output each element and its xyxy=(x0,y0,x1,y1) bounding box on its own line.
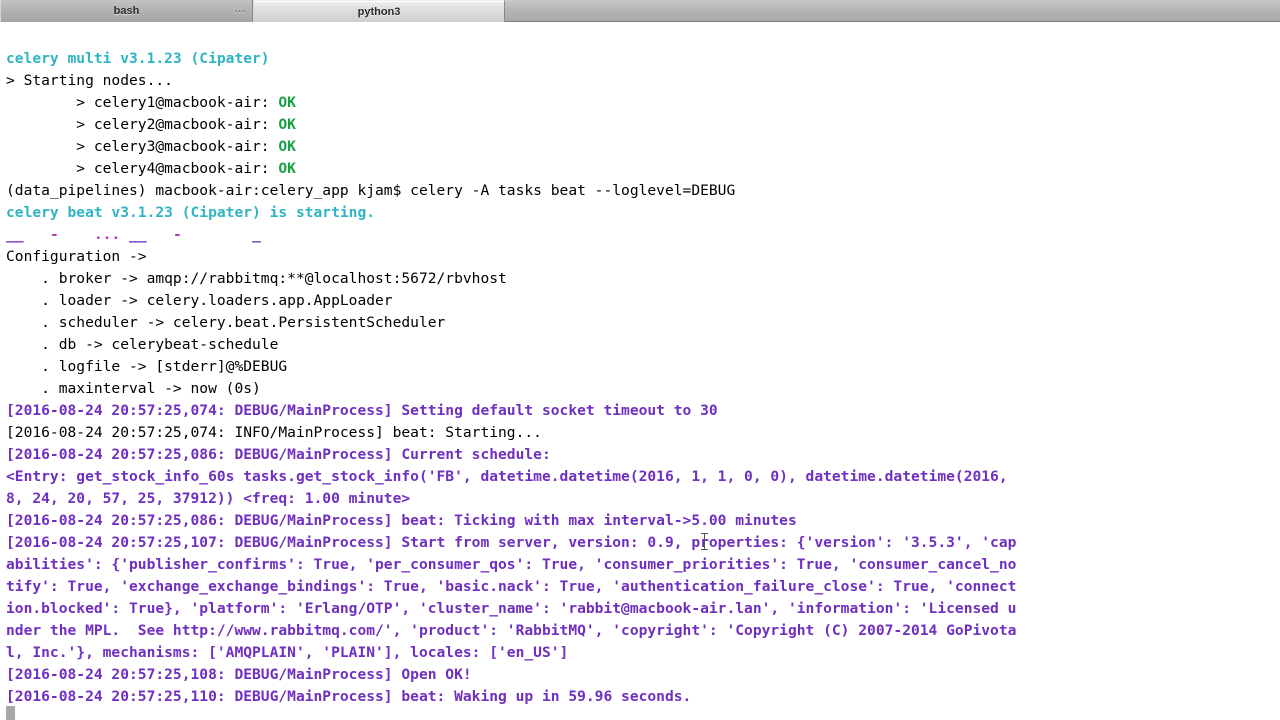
terminal-line: l, Inc.'}, mechanisms: ['AMQPLAIN', 'PLA… xyxy=(6,642,1016,664)
terminal-text-green: OK xyxy=(278,160,296,177)
terminal-text-black: . logfile -> [stderr]@%DEBUG xyxy=(6,358,288,375)
terminal-text-black: (data_pipelines) macbook-air:celery_app … xyxy=(6,182,736,199)
terminal-text-magenta: - xyxy=(172,226,182,243)
terminal-text-green: OK xyxy=(278,138,296,155)
terminal-line: . scheduler -> celery.beat.PersistentSch… xyxy=(6,312,1016,334)
terminal-output-pane[interactable]: celery multi v3.1.23 (Cipater) > Starting… xyxy=(0,22,1280,720)
terminal-line: [2016-08-24 20:57:25,086: DEBUG/MainProc… xyxy=(6,510,1016,532)
terminal-line: [2016-08-24 20:57:25,110: DEBUG/MainProc… xyxy=(6,686,1016,708)
terminal-text-purple: [2016-08-24 20:57:25,110: DEBUG/MainProc… xyxy=(6,688,692,705)
terminal-line: [2016-08-24 20:57:25,107: DEBUG/MainProc… xyxy=(6,532,1016,554)
terminal-line: <Entry: get_stock_info_60s tasks.get_sto… xyxy=(6,466,1016,488)
terminal-line: . db -> celerybeat-schedule xyxy=(6,334,1016,356)
terminal-tab-python3[interactable]: python3 xyxy=(253,0,505,22)
terminal-line: [2016-08-24 20:57:25,074: DEBUG/MainProc… xyxy=(6,400,1016,422)
terminal-line: abilities': {'publisher_confirms': True,… xyxy=(6,554,1016,576)
terminal-line: . logfile -> [stderr]@%DEBUG xyxy=(6,356,1016,378)
terminal-text-black: > celery1@macbook-air: xyxy=(6,94,279,111)
terminal-text-purple: [2016-08-24 20:57:25,108: DEBUG/MainProc… xyxy=(6,666,472,683)
terminal-line: 8, 24, 20, 57, 25, 37912)) <freq: 1.00 m… xyxy=(6,488,1016,510)
terminal-text-black: . loader -> celery.loaders.app.AppLoader xyxy=(6,292,393,309)
terminal-text-purple: _ xyxy=(252,226,261,243)
terminal-text-black: . scheduler -> celery.beat.PersistentSch… xyxy=(6,314,446,331)
terminal-text-purple: [2016-08-24 20:57:25,107: DEBUG/MainProc… xyxy=(6,534,1017,551)
terminal-line: > celery3@macbook-air: OK xyxy=(6,136,1016,158)
tab-label: bash xyxy=(113,5,140,17)
terminal-text-purple xyxy=(59,226,94,243)
terminal-text-purple: ion.blocked': True}, 'platform': 'Erlang… xyxy=(6,600,1017,617)
terminal-line: [2016-08-24 20:57:25,086: DEBUG/MainProc… xyxy=(6,444,1016,466)
terminal-line: [2016-08-24 20:57:25,108: DEBUG/MainProc… xyxy=(6,664,1016,686)
terminal-text-cyan: celery multi v3.1.23 (Cipater) xyxy=(6,50,270,67)
terminal-block-cursor xyxy=(6,706,15,720)
terminal-line: . loader -> celery.loaders.app.AppLoader xyxy=(6,290,1016,312)
tab-overflow-ellipsis-icon[interactable]: ... xyxy=(235,4,246,15)
terminal-text-purple xyxy=(182,226,252,243)
terminal-text-green: OK xyxy=(278,116,296,133)
terminal-text-black: . broker -> amqp://rabbitmq:**@localhost… xyxy=(6,270,507,287)
terminal-text-purple: [2016-08-24 20:57:25,086: DEBUG/MainProc… xyxy=(6,512,797,529)
terminal-line: __ - ... __ - _ xyxy=(6,224,1016,246)
terminal-screen: celery multi v3.1.23 (Cipater) > Starting… xyxy=(6,48,1016,708)
terminal-line: Configuration -> xyxy=(6,246,1016,268)
terminal-text-black: . maxinterval -> now (0s) xyxy=(6,380,261,397)
terminal-line: > celery2@macbook-air: OK xyxy=(6,114,1016,136)
terminal-text-black: > celery4@macbook-air: xyxy=(6,160,279,177)
terminal-text-black: > celery2@macbook-air: xyxy=(6,116,279,133)
terminal-text-purple: 8, 24, 20, 57, 25, 37912)) <freq: 1.00 m… xyxy=(6,490,411,507)
terminal-line: celery multi v3.1.23 (Cipater) xyxy=(6,48,1016,70)
terminal-text-purple: __ xyxy=(6,226,50,243)
terminal-text-purple: nder the MPL. See http://www.rabbitmq.co… xyxy=(6,622,1017,639)
terminal-line: nder the MPL. See http://www.rabbitmq.co… xyxy=(6,620,1016,642)
tab-label: python3 xyxy=(357,5,401,18)
terminal-text-black: > celery3@macbook-air: xyxy=(6,138,279,155)
terminal-line: celery beat v3.1.23 (Cipater) is startin… xyxy=(6,202,1016,224)
terminal-line: > celery4@macbook-air: OK xyxy=(6,158,1016,180)
terminal-text-purple: <Entry: get_stock_info_60s tasks.get_sto… xyxy=(6,468,1008,485)
terminal-text-purple: tify': True, 'exchange_exchange_bindings… xyxy=(6,578,1017,595)
terminal-line: (data_pipelines) macbook-air:celery_app … xyxy=(6,180,1016,202)
terminal-line: . broker -> amqp://rabbitmq:**@localhost… xyxy=(6,268,1016,290)
terminal-line: . maxinterval -> now (0s) xyxy=(6,378,1016,400)
terminal-line: tify': True, 'exchange_exchange_bindings… xyxy=(6,576,1016,598)
terminal-tab-bash[interactable]: bash... xyxy=(0,0,253,22)
terminal-line: > Starting nodes... xyxy=(6,70,1016,92)
terminal-tab-bar: bash... python3 xyxy=(0,0,1280,22)
terminal-text-magenta: - xyxy=(49,226,59,243)
terminal-text-magenta: ... xyxy=(93,226,121,243)
terminal-text-black: Configuration -> xyxy=(6,248,147,265)
terminal-line: [2016-08-24 20:57:25,074: INFO/MainProce… xyxy=(6,422,1016,444)
terminal-text-purple: abilities': {'publisher_confirms': True,… xyxy=(6,556,1017,573)
terminal-text-green: OK xyxy=(278,94,296,111)
terminal-text-black: . db -> celerybeat-schedule xyxy=(6,336,279,353)
terminal-text-black: [2016-08-24 20:57:25,074: INFO/MainProce… xyxy=(6,424,542,441)
terminal-line: > celery1@macbook-air: OK xyxy=(6,92,1016,114)
terminal-text-black: > Starting nodes... xyxy=(6,72,173,89)
terminal-line: ion.blocked': True}, 'platform': 'Erlang… xyxy=(6,598,1016,620)
terminal-text-purple: __ xyxy=(120,226,173,243)
terminal-text-purple: l, Inc.'}, mechanisms: ['AMQPLAIN', 'PLA… xyxy=(6,644,569,661)
terminal-text-cyan: celery beat v3.1.23 (Cipater) is startin… xyxy=(6,204,376,221)
terminal-text-purple: [2016-08-24 20:57:25,074: DEBUG/MainProc… xyxy=(6,402,718,419)
terminal-text-purple: [2016-08-24 20:57:25,086: DEBUG/MainProc… xyxy=(6,446,551,463)
text-ibeam-pointer xyxy=(701,533,708,550)
